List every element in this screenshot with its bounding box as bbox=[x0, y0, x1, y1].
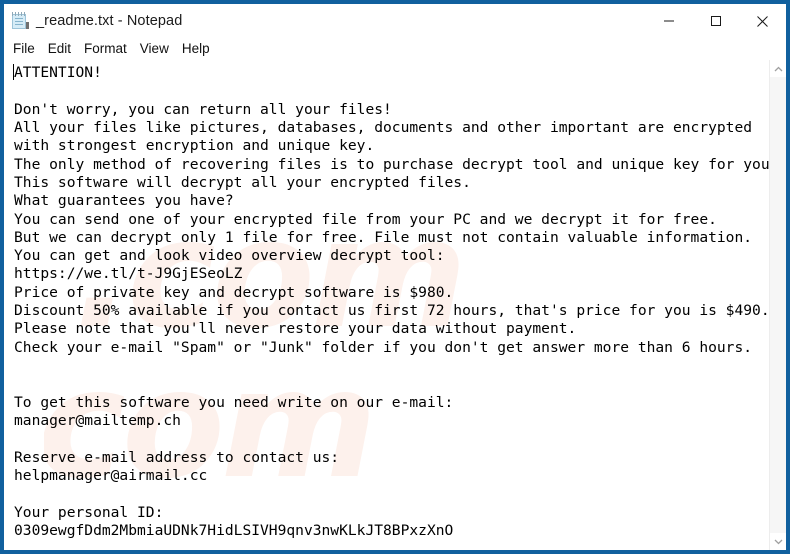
window-controls bbox=[645, 4, 786, 38]
ransom-note-text[interactable]: ATTENTION! Don't worry, you can return a… bbox=[14, 64, 778, 540]
scrollbar-track[interactable] bbox=[770, 77, 786, 533]
text-editor-area[interactable]: .com .com ATTENTION! Don't worry, you ca… bbox=[4, 60, 786, 550]
minimize-button[interactable] bbox=[645, 4, 692, 38]
menu-item-edit[interactable]: Edit bbox=[48, 38, 71, 60]
menu-item-format[interactable]: Format bbox=[84, 38, 127, 60]
menu-item-help[interactable]: Help bbox=[182, 38, 210, 60]
notepad-icon bbox=[11, 12, 29, 30]
vertical-scrollbar[interactable] bbox=[769, 60, 786, 550]
scroll-down-button[interactable] bbox=[770, 533, 786, 550]
scroll-up-button[interactable] bbox=[770, 60, 786, 77]
menu-bar: File Edit Format View Help bbox=[4, 38, 786, 60]
menu-item-file[interactable]: File bbox=[13, 38, 35, 60]
chevron-down-icon bbox=[774, 539, 782, 544]
maximize-button[interactable] bbox=[692, 4, 739, 38]
minimize-icon bbox=[663, 20, 674, 22]
menu-item-view[interactable]: View bbox=[140, 38, 169, 60]
notepad-window: _readme.txt - Notepad File Edit Format V… bbox=[0, 0, 790, 554]
close-icon bbox=[757, 15, 768, 27]
window-title: _readme.txt - Notepad bbox=[36, 13, 183, 29]
title-bar[interactable]: _readme.txt - Notepad bbox=[4, 4, 786, 38]
maximize-icon bbox=[710, 16, 721, 26]
close-button[interactable] bbox=[739, 4, 786, 38]
chevron-up-icon bbox=[774, 66, 782, 71]
